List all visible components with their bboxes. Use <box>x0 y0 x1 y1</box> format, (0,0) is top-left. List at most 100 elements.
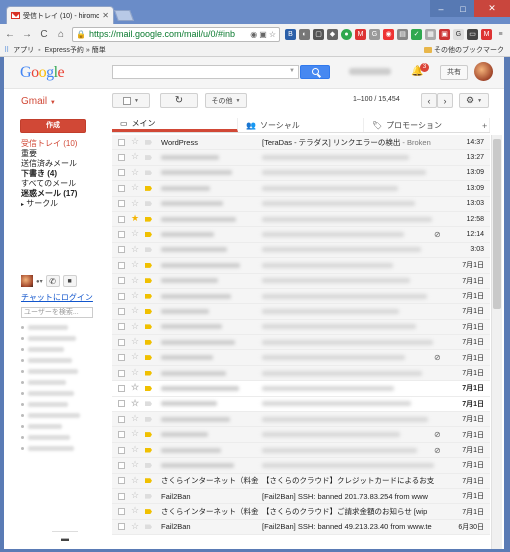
email-row[interactable]: ☆ 13:09 <box>112 165 490 182</box>
star-icon[interactable]: ☆ <box>131 413 139 424</box>
sidebar-item-important[interactable]: 重要 <box>21 149 109 159</box>
add-tab-icon[interactable]: + <box>482 121 487 131</box>
gmail-icon[interactable]: M <box>481 28 492 40</box>
email-row[interactable]: ☆ 7月1日 <box>112 412 490 428</box>
star-icon[interactable]: ☆ <box>131 182 139 193</box>
row-checkbox[interactable] <box>118 138 125 146</box>
sidebar-item-spam[interactable]: 迷惑メール (17) <box>21 189 109 199</box>
chat-bubble-icon[interactable]: ▬ <box>52 531 78 545</box>
email-row[interactable]: ☆ 13:03 <box>112 196 490 212</box>
importance-marker-icon[interactable] <box>145 293 152 299</box>
importance-marker-icon[interactable] <box>145 509 152 515</box>
eye-icon[interactable]: ◉ <box>250 30 257 39</box>
importance-marker-icon[interactable] <box>145 339 152 345</box>
row-checkbox[interactable] <box>118 523 125 531</box>
contact-item[interactable] <box>21 355 111 366</box>
row-checkbox[interactable] <box>118 277 125 285</box>
extension-icon[interactable]: B <box>285 28 296 40</box>
star-icon[interactable]: ☆ <box>131 521 139 532</box>
contact-item[interactable] <box>21 443 111 454</box>
contact-item[interactable] <box>21 322 111 333</box>
row-checkbox[interactable] <box>118 446 125 454</box>
email-row[interactable]: ☆ Fail2Ban [Fail2Ban] SSH: banned 49.213.2… <box>112 519 490 536</box>
tab-promotions[interactable]: 🏷 プロモーション <box>364 118 490 132</box>
sidebar-item-all-mail[interactable]: すべてのメール <box>21 179 109 189</box>
importance-marker-icon[interactable] <box>145 201 152 207</box>
email-row[interactable]: ☆ Fail2Ban [Fail2Ban] SSH: banned 201.73.8… <box>112 488 490 505</box>
row-checkbox[interactable] <box>118 169 125 177</box>
star-icon[interactable]: ☆ <box>131 290 139 301</box>
importance-marker-icon[interactable] <box>145 139 152 145</box>
search-button[interactable] <box>300 65 330 79</box>
row-checkbox[interactable] <box>118 461 125 469</box>
email-row[interactable]: ☆ 7月1日 <box>112 304 490 320</box>
search-options-icon[interactable]: ▼ <box>289 68 295 74</box>
sidebar-item-circles[interactable]: ▸ サークル <box>21 199 109 209</box>
phone-call-button[interactable]: ✆ <box>45 275 60 287</box>
importance-marker-icon[interactable] <box>145 493 152 499</box>
extension-icon[interactable]: ▤ <box>397 28 408 40</box>
importance-marker-icon[interactable] <box>145 216 152 222</box>
address-bar[interactable]: 🔒 https://mail.google.com/mail/u/0/#inb … <box>72 26 280 42</box>
row-checkbox[interactable] <box>118 369 125 377</box>
extension-icon[interactable]: ◆ <box>327 28 338 40</box>
star-icon[interactable]: ★ <box>131 213 139 224</box>
scrollbar[interactable] <box>491 135 502 549</box>
gmail-checker-icon[interactable]: M <box>355 28 366 40</box>
email-row[interactable]: ☆ 7月1日 <box>112 258 490 274</box>
other-bookmarks[interactable]: その他のブックマーク <box>424 45 504 55</box>
video-call-button[interactable]: ■ <box>62 275 77 287</box>
reload-icon[interactable]: C <box>38 28 50 40</box>
importance-marker-icon[interactable] <box>145 462 152 468</box>
importance-marker-icon[interactable] <box>145 324 152 330</box>
star-icon[interactable]: ☆ <box>131 505 139 516</box>
importance-marker-icon[interactable] <box>145 524 152 530</box>
email-row[interactable]: ☆ さくらインターネット（料金 【さくらのクラウド】ご請求金額のお知らせ [wip 7… <box>112 504 490 520</box>
star-icon[interactable]: ☆ <box>131 428 139 439</box>
account-avatar[interactable] <box>474 62 493 81</box>
bookmark-apps[interactable]: アプリ <box>13 45 34 55</box>
back-icon[interactable]: ← <box>4 28 16 40</box>
close-tab-icon[interactable]: ✕ <box>102 11 109 20</box>
star-icon[interactable]: ☆ <box>131 321 139 332</box>
email-row[interactable]: ☆ さくらインターネット（料金 【さくらのクラウド】クレジットカードによるお支 7月1… <box>112 473 490 489</box>
star-icon[interactable]: ☆ <box>131 459 139 470</box>
row-checkbox[interactable] <box>118 415 125 423</box>
contact-item[interactable] <box>21 410 111 421</box>
extension-icon[interactable]: G <box>453 28 464 40</box>
google-logo[interactable]: Google <box>20 64 65 82</box>
extension-icon[interactable]: ▭ <box>467 28 478 40</box>
extension-icon[interactable]: ✓ <box>411 28 422 40</box>
apps-icon[interactable]: ⠿ <box>4 46 9 54</box>
tab-main[interactable]: ▭ メイン <box>112 118 238 132</box>
extension-icon[interactable]: ● <box>341 28 352 40</box>
star-icon[interactable]: ☆ <box>131 351 139 362</box>
email-row[interactable]: ☆ 7月1日 <box>112 365 490 382</box>
contact-item[interactable] <box>21 366 111 377</box>
chat-login-link[interactable]: チャットにログイン <box>21 292 111 303</box>
browser-tab[interactable]: 受信トレイ (10) - hiromc ✕ <box>6 6 114 24</box>
star-icon[interactable]: ☆ <box>131 167 139 178</box>
scroll-thumb[interactable] <box>493 139 501 309</box>
sidebar-item-sent[interactable]: 送信済みメール <box>21 159 109 169</box>
contact-item[interactable] <box>21 388 111 399</box>
older-page-button[interactable]: › <box>437 93 453 108</box>
row-checkbox[interactable] <box>118 261 125 269</box>
importance-marker-icon[interactable] <box>145 262 152 268</box>
star-icon[interactable]: ☆ <box>131 382 139 393</box>
extension-icon[interactable]: ◉ <box>383 28 394 40</box>
email-row[interactable]: ☆ 7月1日 <box>112 319 490 336</box>
email-row[interactable]: ☆ 3:03 <box>112 242 490 259</box>
email-row[interactable]: ☆ 7月1日 <box>112 458 490 474</box>
row-checkbox[interactable] <box>118 338 125 346</box>
mail-search-input[interactable]: ▼ <box>112 65 299 79</box>
email-row[interactable]: ☆ ⊘ 7月1日 <box>112 350 490 366</box>
gmail-app-switcher[interactable]: Gmail ▼ <box>21 96 56 107</box>
star-icon[interactable]: ☆ <box>131 398 139 409</box>
refresh-button[interactable]: ↻ <box>160 93 198 108</box>
star-icon[interactable]: ☆ <box>131 151 139 162</box>
importance-marker-icon[interactable] <box>145 155 152 161</box>
star-icon[interactable]: ☆ <box>131 228 139 239</box>
star-icon[interactable]: ☆ <box>131 490 139 501</box>
extension-icon[interactable]: G <box>369 28 380 40</box>
